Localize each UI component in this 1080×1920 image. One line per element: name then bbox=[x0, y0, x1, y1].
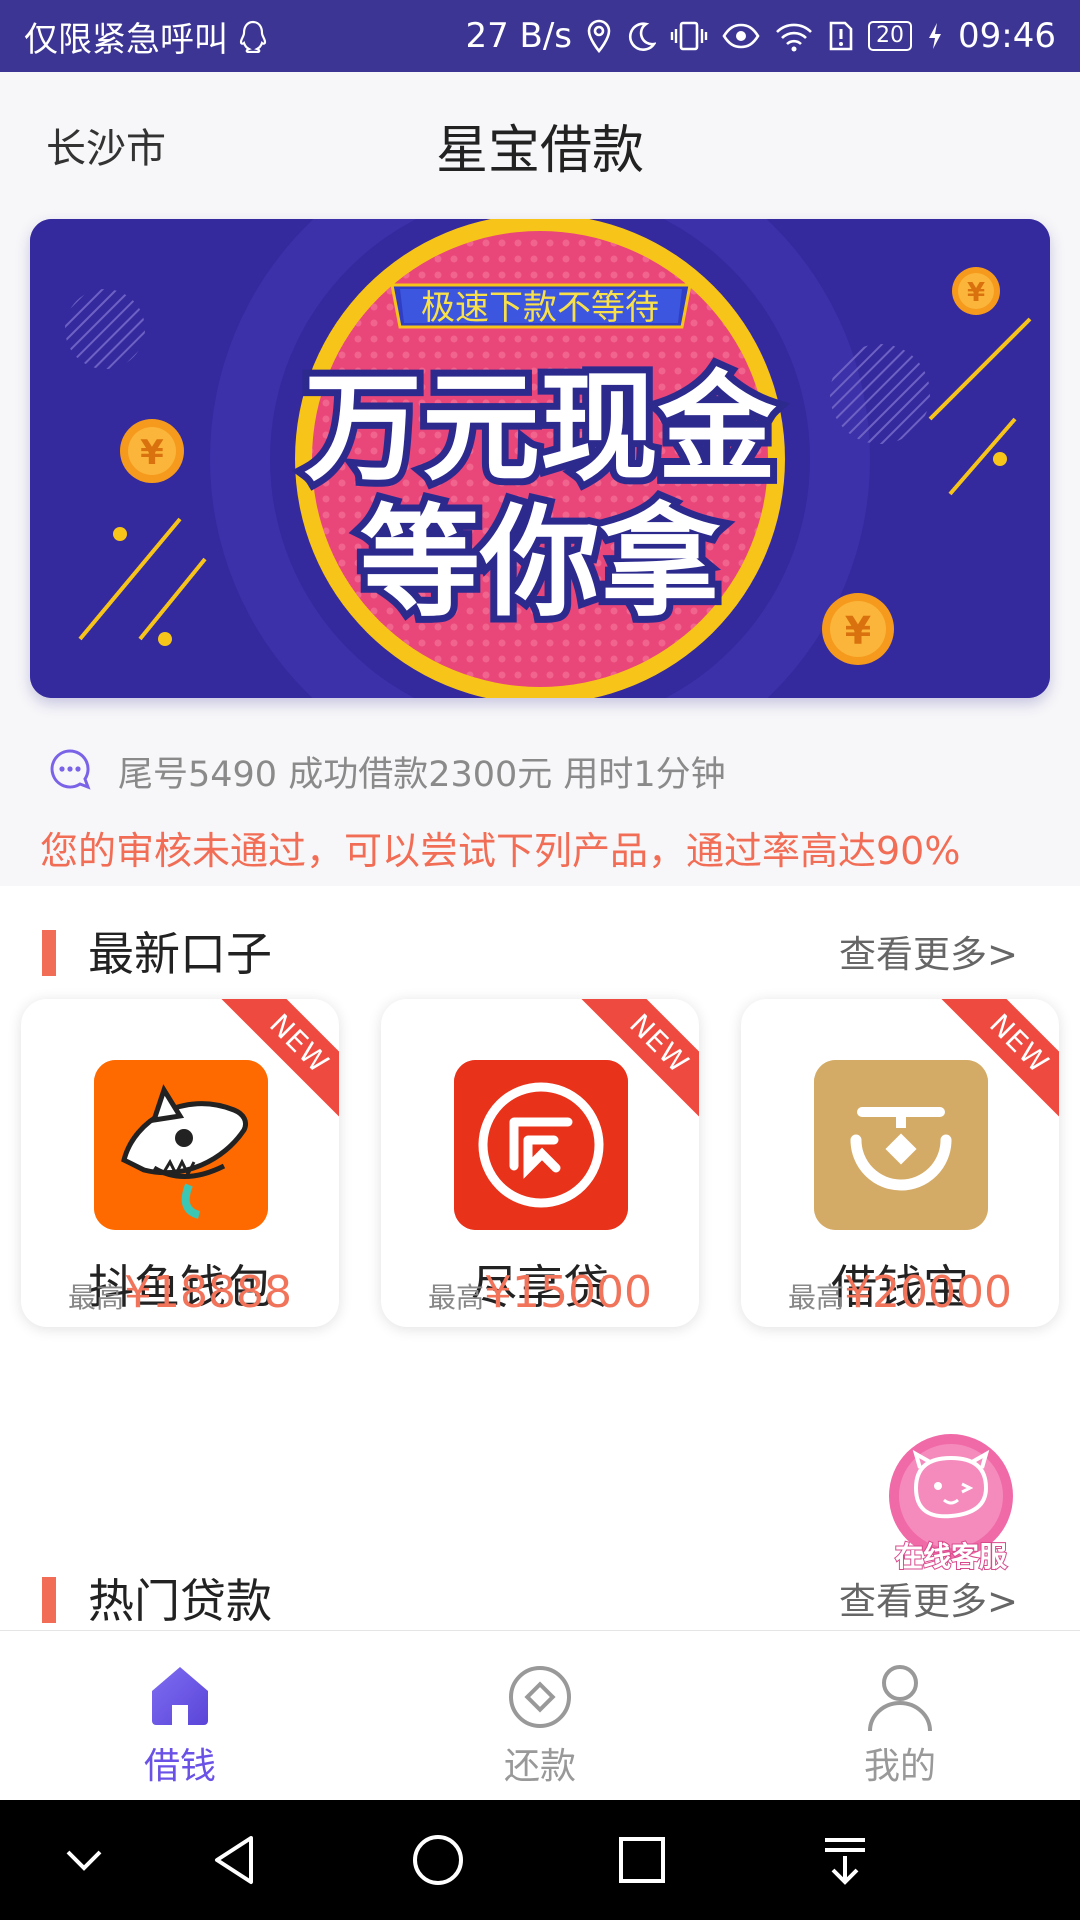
jieqianbao-logo-icon bbox=[814, 1060, 988, 1230]
max-amount: ¥20000 bbox=[844, 1267, 1012, 1318]
amount-prefix: 最高 bbox=[68, 1281, 125, 1314]
product-card[interactable]: NEW 尽享贷 最高¥15000 bbox=[381, 999, 699, 1327]
charging-icon bbox=[926, 21, 944, 51]
back-icon[interactable] bbox=[205, 1830, 265, 1890]
max-amount: ¥18888 bbox=[124, 1267, 292, 1318]
recents-icon[interactable] bbox=[612, 1830, 672, 1890]
page-title: 星宝借款 bbox=[435, 121, 644, 181]
moon-icon bbox=[626, 20, 657, 52]
repay-icon bbox=[500, 1655, 580, 1735]
tab-label: 借钱 bbox=[143, 1746, 216, 1787]
banner-subline: 等你拿 bbox=[360, 494, 721, 633]
jinxiangdai-logo-icon bbox=[454, 1060, 628, 1230]
home-circle-icon[interactable] bbox=[408, 1830, 468, 1890]
product-card[interactable]: NEW 借钱宝 最高¥20000 bbox=[741, 999, 1059, 1327]
coin-icon: ¥ bbox=[120, 419, 184, 483]
view-more-link[interactable]: 查看更多> bbox=[839, 924, 1018, 978]
view-more-link[interactable]: 查看更多> bbox=[839, 1571, 1018, 1625]
latest-product-list: NEW 抖鱼钱包 最高¥18888 NEW 尽享贷 最高¥15000 NEW 借… bbox=[0, 999, 1080, 1329]
coin-icon: ¥ bbox=[952, 267, 1000, 315]
section-title: 热门贷款 bbox=[88, 1574, 272, 1628]
decor-circle bbox=[65, 289, 145, 369]
sim-alert-icon bbox=[828, 20, 854, 52]
review-failed-message: 您的审核未通过，可以尝试下列产品，通过率高达90% bbox=[40, 829, 961, 873]
svg-text:¥: ¥ bbox=[967, 278, 985, 308]
tab-borrow[interactable]: 借钱 bbox=[80, 1631, 280, 1801]
notification-pull-down-icon[interactable] bbox=[815, 1830, 875, 1890]
svg-text:¥: ¥ bbox=[845, 609, 871, 653]
qq-notification-icon bbox=[238, 19, 268, 53]
vibrate-icon bbox=[670, 20, 708, 52]
battery-level: 20 bbox=[868, 21, 913, 51]
coin-icon: ¥ bbox=[822, 593, 894, 665]
svg-text:¥: ¥ bbox=[140, 433, 164, 473]
decor-circle bbox=[830, 344, 930, 444]
online-service-button[interactable]: 在线客服 bbox=[876, 1428, 1026, 1578]
promo-banner[interactable]: ¥ ¥ ¥ 极速下款不等待 万元现金 万元现金 等你拿 等你拿 bbox=[30, 219, 1050, 698]
clock-time: 09:46 bbox=[958, 16, 1056, 56]
profile-icon bbox=[860, 1655, 940, 1735]
app-header: 长沙市 星宝借款 bbox=[0, 72, 1080, 212]
network-speed: 27 B/s bbox=[465, 16, 573, 56]
max-amount: ¥15000 bbox=[484, 1267, 652, 1318]
section-accent-bar bbox=[42, 930, 56, 976]
tab-label: 我的 bbox=[863, 1746, 936, 1787]
latest-section-header: 最新口子 查看更多> bbox=[0, 910, 1080, 990]
section-accent-bar bbox=[42, 1577, 56, 1623]
amount-prefix: 最高 bbox=[788, 1281, 845, 1314]
wifi-icon bbox=[774, 20, 814, 52]
banner-headline: 万元现金 bbox=[304, 359, 777, 497]
tab-profile[interactable]: 我的 bbox=[800, 1631, 1000, 1801]
banner-tagline: 极速下款不等待 bbox=[421, 288, 659, 328]
status-bar: 仅限紧急呼叫 27 B/s 20 09:46 bbox=[0, 0, 1080, 72]
loan-notice: 尾号5490 成功借款2300元 用时1分钟 bbox=[48, 746, 726, 796]
bottom-tab-bar: 借钱 还款 我的 bbox=[0, 1630, 1080, 1800]
location-icon bbox=[586, 19, 612, 53]
tab-repay[interactable]: 还款 bbox=[440, 1631, 640, 1801]
product-card[interactable]: NEW 抖鱼钱包 最高¥18888 bbox=[21, 999, 339, 1327]
amount-prefix: 最高 bbox=[428, 1281, 485, 1314]
home-icon bbox=[140, 1655, 220, 1735]
chevron-down-icon[interactable] bbox=[54, 1830, 114, 1890]
section-title: 最新口子 bbox=[88, 927, 272, 981]
chat-bubble-icon bbox=[48, 747, 92, 795]
eye-comfort-icon bbox=[722, 22, 760, 50]
service-label: 在线客服 bbox=[895, 1540, 1008, 1573]
carrier-text: 仅限紧急呼叫 bbox=[24, 19, 228, 60]
tab-label: 还款 bbox=[503, 1746, 576, 1787]
shark-logo-icon bbox=[94, 1060, 268, 1230]
notice-text: 尾号5490 成功借款2300元 用时1分钟 bbox=[118, 754, 726, 795]
system-navigation-bar bbox=[0, 1800, 1080, 1920]
